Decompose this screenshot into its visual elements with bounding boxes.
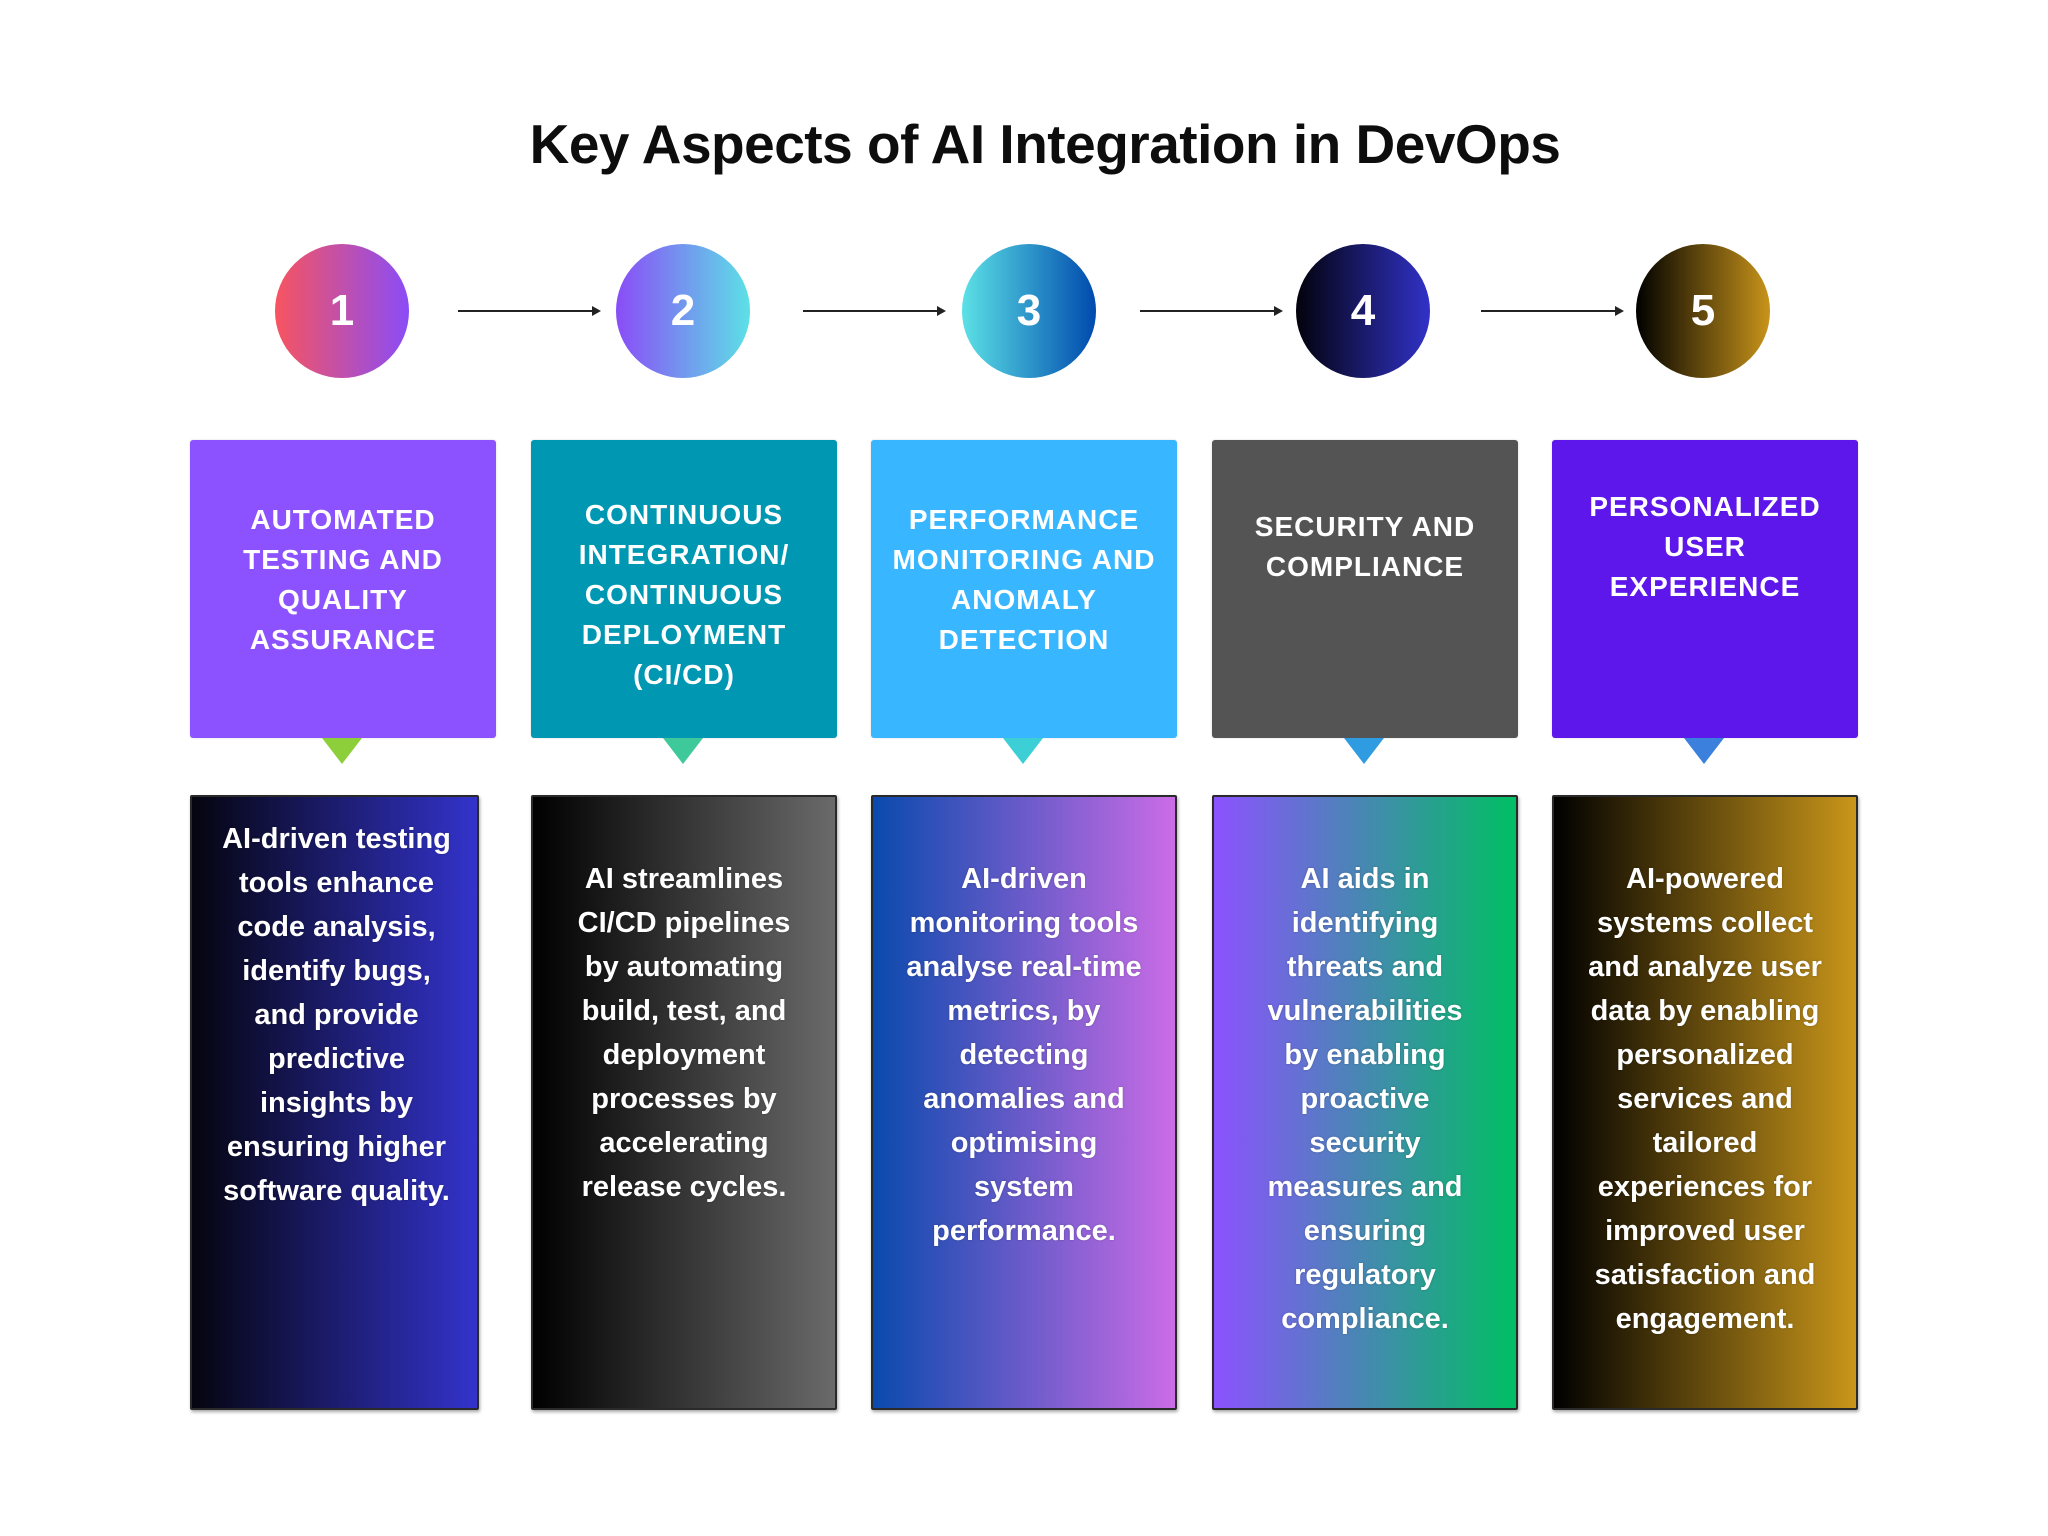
- arrow-right-icon: [458, 306, 601, 316]
- step-1-description-box: AI-driven testing tools enhance code ana…: [190, 795, 479, 1410]
- step-heading: PERFORMANCE MONITORING AND ANOMALY DETEC…: [892, 504, 1156, 655]
- page-title: Key Aspects of AI Integration in DevOps: [529, 113, 1561, 175]
- step-description: AI-driven monitoring tools analyse real-…: [906, 863, 1142, 1247]
- arrow-right-icon: [1140, 306, 1283, 316]
- step-number: 1: [329, 286, 355, 335]
- pointer-triangle-icon: [322, 738, 362, 764]
- step-number: 2: [670, 286, 696, 335]
- arrow-right-icon: [803, 306, 946, 316]
- step-number: 5: [1690, 286, 1716, 335]
- step-1-heading-box: AUTOMATED TESTING AND QUALITY ASSURANCE: [190, 440, 496, 738]
- step-5-heading-box: PERSONALIZED USER EXPERIENCE: [1552, 440, 1858, 738]
- step-2-heading-box: CONTINUOUS INTEGRATION/ CONTINUOUS DEPLO…: [531, 440, 837, 738]
- step-heading: PERSONALIZED USER EXPERIENCE: [1589, 491, 1821, 602]
- pointer-triangle-icon: [1344, 738, 1384, 764]
- step-description: AI streamlines CI/CD pipelines by automa…: [577, 863, 791, 1203]
- step-2-circle: 2: [616, 244, 750, 378]
- step-2-description-box: AI streamlines CI/CD pipelines by automa…: [531, 795, 837, 1410]
- step-5-description-box: AI-powered systems collect and analyze u…: [1552, 795, 1858, 1410]
- step-4-description-box: AI aids in identifying threats and vulne…: [1212, 795, 1518, 1410]
- step-3-description-box: AI-driven monitoring tools analyse real-…: [871, 795, 1177, 1410]
- step-4-heading-box: SECURITY AND COMPLIANCE: [1212, 440, 1518, 738]
- step-heading: SECURITY AND COMPLIANCE: [1254, 511, 1476, 582]
- step-3-heading-box: PERFORMANCE MONITORING AND ANOMALY DETEC…: [871, 440, 1177, 738]
- step-number: 3: [1016, 286, 1042, 335]
- pointer-triangle-icon: [1684, 738, 1724, 764]
- step-heading: AUTOMATED TESTING AND QUALITY ASSURANCE: [243, 504, 443, 655]
- step-description: AI aids in identifying threats and vulne…: [1267, 863, 1463, 1335]
- step-5-circle: 5: [1636, 244, 1770, 378]
- step-description: AI-powered systems collect and analyze u…: [1588, 863, 1822, 1335]
- step-4-circle: 4: [1296, 244, 1430, 378]
- step-3-circle: 3: [962, 244, 1096, 378]
- pointer-triangle-icon: [663, 738, 703, 764]
- arrow-right-icon: [1481, 306, 1624, 316]
- step-heading: CONTINUOUS INTEGRATION/ CONTINUOUS DEPLO…: [578, 499, 790, 690]
- step-1-circle: 1: [275, 244, 409, 378]
- step-description: AI-driven testing tools enhance code ana…: [222, 823, 451, 1207]
- step-number: 4: [1350, 286, 1376, 335]
- pointer-triangle-icon: [1003, 738, 1043, 764]
